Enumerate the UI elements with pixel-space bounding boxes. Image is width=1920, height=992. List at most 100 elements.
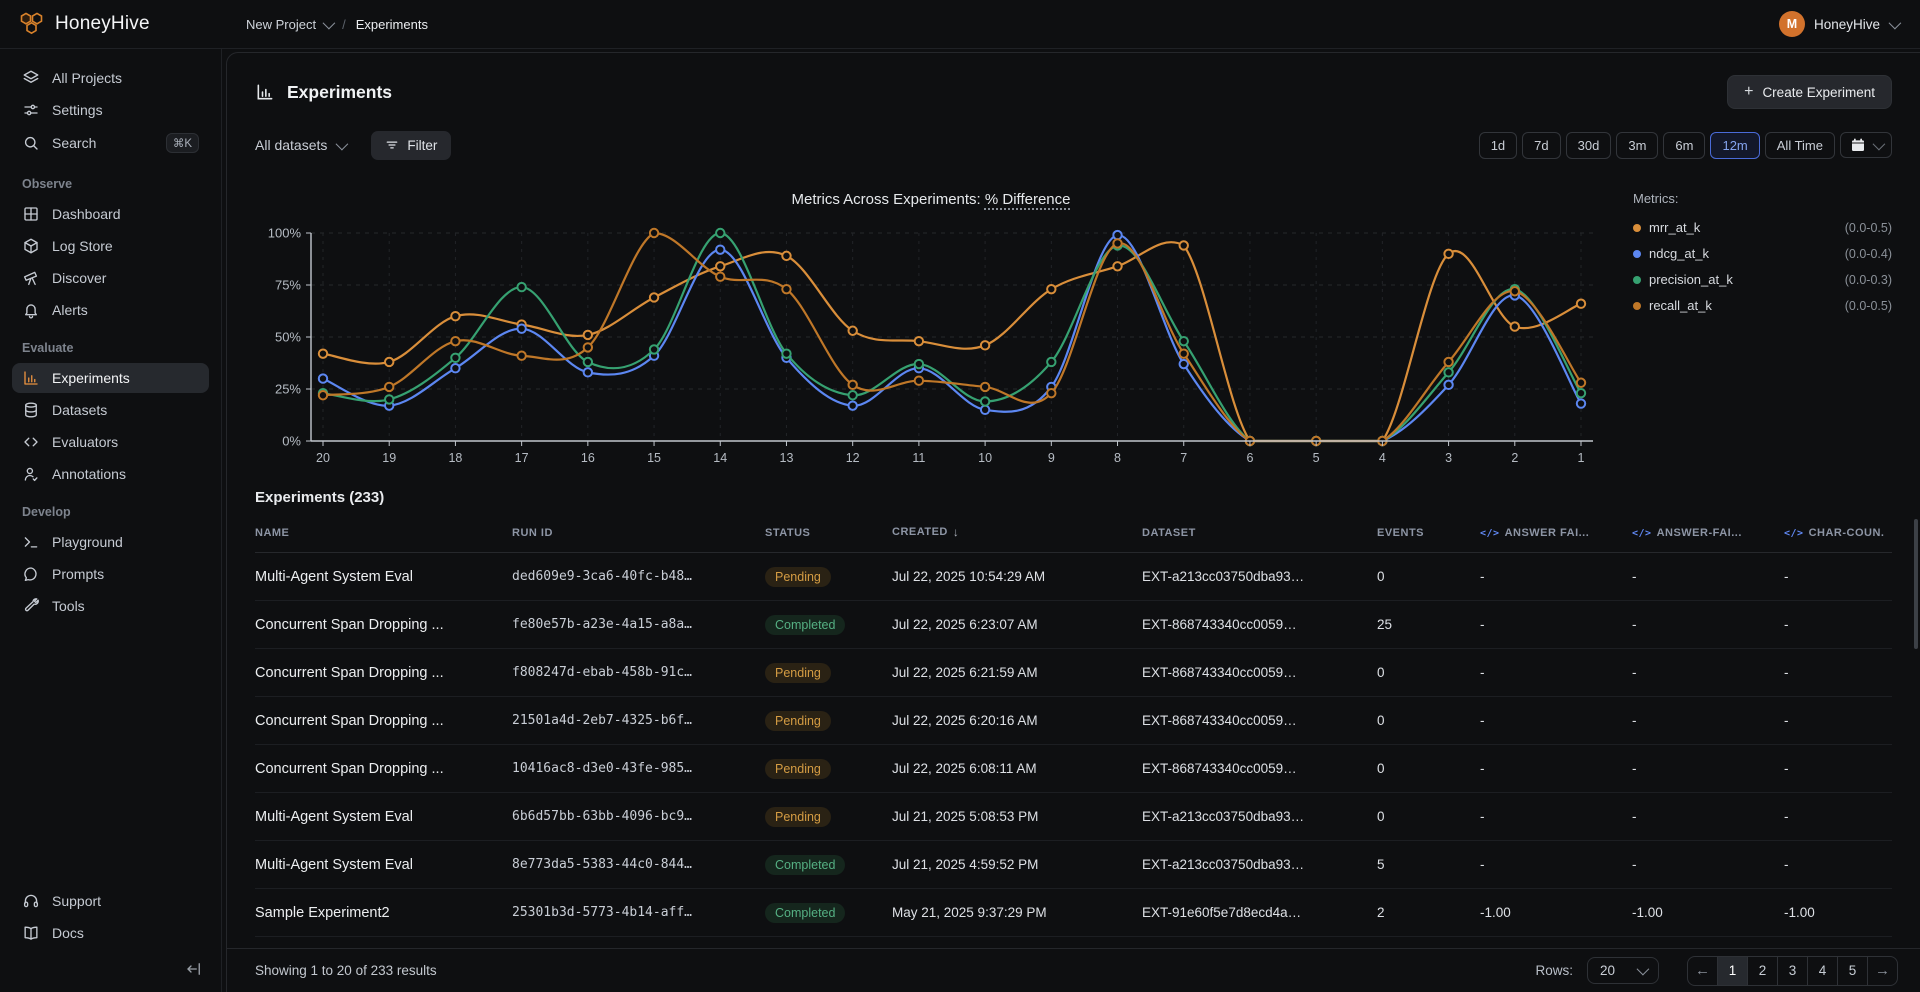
sidebar-item-label: Settings xyxy=(52,102,103,118)
create-experiment-button[interactable]: + Create Experiment xyxy=(1727,75,1892,109)
column-header-events[interactable]: EVENTS xyxy=(1377,527,1480,539)
page-button-3[interactable]: 3 xyxy=(1777,956,1808,986)
page-button-1[interactable]: 1 xyxy=(1717,956,1748,986)
table-row[interactable]: Concurrent Span Dropping ...10416ac8-d3e… xyxy=(255,745,1892,793)
cell-char-count: - xyxy=(1784,569,1892,584)
table-row[interactable]: Multi-Agent System Evalded609e9-3ca6-40f… xyxy=(255,553,1892,601)
user-menu[interactable]: M HoneyHive xyxy=(1779,11,1920,37)
sidebar-item-tools[interactable]: Tools xyxy=(12,591,209,621)
chart-mode-link[interactable]: % Difference xyxy=(985,191,1071,208)
column-header-run-id[interactable]: RUN ID xyxy=(512,527,765,539)
cell-char-count: - xyxy=(1784,761,1892,776)
cell-dataset: EXT-868743340cc0059… xyxy=(1142,761,1377,776)
sidebar-item-log-store[interactable]: Log Store xyxy=(12,231,209,261)
cell-char-count: -1.00 xyxy=(1784,905,1892,920)
user-name: HoneyHive xyxy=(1814,17,1880,32)
svg-text:3: 3 xyxy=(1445,451,1452,465)
status-badge: Pending xyxy=(765,711,831,731)
datasets-dropdown[interactable]: All datasets xyxy=(255,137,345,153)
time-range-12m[interactable]: 12m xyxy=(1710,132,1759,159)
cell-char-count: - xyxy=(1784,617,1892,632)
time-range-3m[interactable]: 3m xyxy=(1616,132,1658,159)
scrollbar-thumb[interactable] xyxy=(1914,519,1918,649)
cell-name: Sample Experiment2 xyxy=(255,905,512,921)
sidebar-item-label: Support xyxy=(52,893,101,909)
status-badge: Completed xyxy=(765,855,845,875)
table-row[interactable]: Concurrent Span Dropping ...21501a4d-2eb… xyxy=(255,697,1892,745)
next-page-button[interactable]: → xyxy=(1867,956,1898,986)
cell-run-id: ded609e9-3ca6-40fc-b48… xyxy=(512,569,765,584)
sidebar-item-dashboard[interactable]: Dashboard xyxy=(12,199,209,229)
sidebar-item-prompts[interactable]: Prompts xyxy=(12,559,209,589)
sidebar-item-alerts[interactable]: Alerts xyxy=(12,295,209,325)
sidebar-item-label: Experiments xyxy=(52,370,130,386)
table-row[interactable]: Concurrent Span Dropping ...f808247d-eba… xyxy=(255,649,1892,697)
layers-icon xyxy=(22,69,40,87)
chart-title: Metrics Across Experiments: % Difference xyxy=(255,191,1607,213)
svg-text:20: 20 xyxy=(316,451,330,465)
legend-item-ndcg_at_k[interactable]: ndcg_at_k(0.0-0.4) xyxy=(1633,246,1892,261)
rows-per-page-select[interactable]: 20 xyxy=(1587,957,1659,984)
page-button-5[interactable]: 5 xyxy=(1837,956,1868,986)
sidebar-item-evaluators[interactable]: Evaluators xyxy=(12,427,209,457)
column-header-created[interactable]: CREATED↓ xyxy=(892,525,1142,539)
sidebar-item-discover[interactable]: Discover xyxy=(12,263,209,293)
sidebar-item-experiments[interactable]: Experiments xyxy=(12,363,209,393)
filter-button[interactable]: Filter xyxy=(371,131,451,160)
cell-answer-faithfulness-2: - xyxy=(1632,569,1784,584)
page-button-2[interactable]: 2 xyxy=(1747,956,1778,986)
legend-item-precision_at_k[interactable]: precision_at_k(0.0-0.3) xyxy=(1633,272,1892,287)
svg-text:10: 10 xyxy=(978,451,992,465)
table-row[interactable]: Sample Experiment225301b3d-5773-4b14-aff… xyxy=(255,889,1892,937)
sidebar-item-search[interactable]: Search⌘K xyxy=(12,127,209,159)
breadcrumb-page[interactable]: Experiments xyxy=(356,17,428,32)
column-header-answer-fai[interactable]: </>ANSWER-FAI... xyxy=(1632,527,1784,539)
time-range-1d[interactable]: 1d xyxy=(1479,132,1517,159)
sidebar-item-all-projects[interactable]: All Projects xyxy=(12,63,209,93)
chart-section: Metrics Across Experiments: % Difference… xyxy=(255,191,1892,473)
app-logo[interactable]: HoneyHive xyxy=(0,11,222,38)
previous-page-button[interactable]: ← xyxy=(1687,956,1718,986)
sidebar-item-playground[interactable]: Playground xyxy=(12,527,209,557)
legend-metric-name: ndcg_at_k xyxy=(1649,246,1709,261)
time-range-all-time[interactable]: All Time xyxy=(1765,132,1835,159)
svg-text:7: 7 xyxy=(1180,451,1187,465)
sidebar-item-annotations[interactable]: Annotations xyxy=(12,459,209,489)
cell-created: Jul 22, 2025 6:08:11 AM xyxy=(892,761,1142,776)
column-header-answer-fai[interactable]: </>ANSWER FAI... xyxy=(1480,527,1632,539)
sidebar-item-docs[interactable]: Docs xyxy=(12,918,209,948)
cell-events: 0 xyxy=(1377,809,1480,824)
custom-date-range-button[interactable] xyxy=(1840,132,1892,158)
cell-answer-faithfulness: - xyxy=(1480,761,1632,776)
table-row[interactable]: Multi-Agent System Eval6b6d57bb-63bb-409… xyxy=(255,793,1892,841)
chevron-down-icon xyxy=(1889,16,1902,29)
cell-answer-faithfulness: - xyxy=(1480,569,1632,584)
cell-run-id: f808247d-ebab-458b-91c… xyxy=(512,665,765,680)
column-header-status[interactable]: STATUS xyxy=(765,527,892,539)
logo-text: HoneyHive xyxy=(55,13,150,35)
legend-item-mrr_at_k[interactable]: mrr_at_k(0.0-0.5) xyxy=(1633,220,1892,235)
status-badge: Completed xyxy=(765,615,845,635)
time-range-7d[interactable]: 7d xyxy=(1522,132,1560,159)
cell-created: Jul 22, 2025 10:54:29 AM xyxy=(892,569,1142,584)
column-header-name[interactable]: NAME xyxy=(255,527,512,539)
time-range-30d[interactable]: 30d xyxy=(1566,132,1612,159)
page-button-4[interactable]: 4 xyxy=(1807,956,1838,986)
cell-answer-faithfulness-2: - xyxy=(1632,617,1784,632)
time-range-6m[interactable]: 6m xyxy=(1663,132,1705,159)
column-header-dataset[interactable]: DATASET xyxy=(1142,527,1377,539)
svg-text:19: 19 xyxy=(382,451,396,465)
svg-text:25%: 25% xyxy=(275,382,301,397)
column-header-char-coun[interactable]: </>CHAR-COUN. xyxy=(1784,527,1892,539)
table-row[interactable]: Multi-Agent System Eval8e773da5-5383-44c… xyxy=(255,841,1892,889)
metrics-line-chart: 0%25%50%75%100%2019181716151413121110987… xyxy=(255,221,1607,473)
sidebar-collapse[interactable] xyxy=(12,950,209,980)
cell-events: 0 xyxy=(1377,713,1480,728)
breadcrumb-project-dropdown[interactable]: New Project xyxy=(246,17,332,32)
sidebar-item-support[interactable]: Support xyxy=(12,886,209,916)
sidebar-item-settings[interactable]: Settings xyxy=(12,95,209,125)
table-row[interactable]: Concurrent Span Dropping ...fe80e57b-a23… xyxy=(255,601,1892,649)
legend-item-recall_at_k[interactable]: recall_at_k(0.0-0.5) xyxy=(1633,298,1892,313)
sidebar-item-datasets[interactable]: Datasets xyxy=(12,395,209,425)
wrench-icon xyxy=(22,597,40,615)
